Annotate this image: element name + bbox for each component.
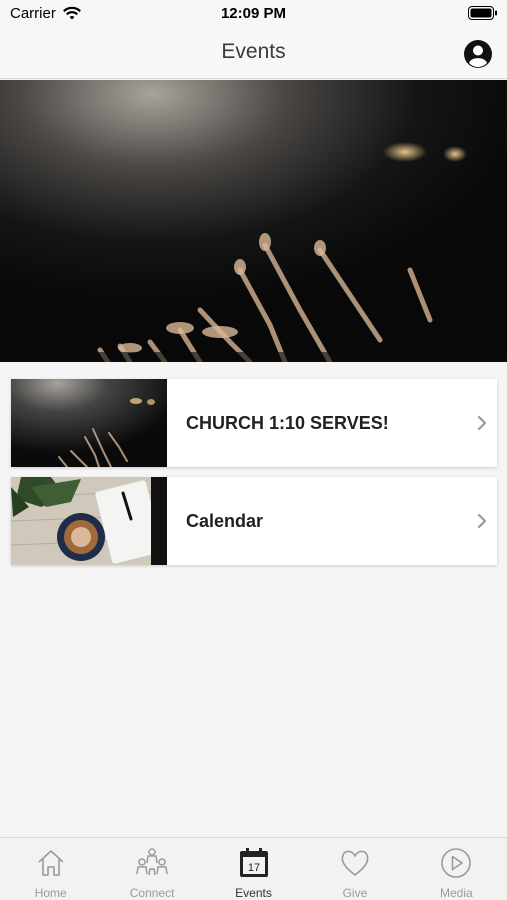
tab-label: Give [342, 886, 368, 900]
tab-media[interactable]: Media [406, 838, 507, 900]
battery-icon [468, 6, 498, 25]
heart-icon [339, 846, 371, 880]
navigation-bar: Events [0, 28, 507, 79]
event-item-calendar[interactable]: Calendar [11, 477, 497, 565]
status-bar: Carrier 12:09 PM [0, 0, 507, 28]
people-icon [135, 846, 169, 880]
tab-home[interactable]: Home [0, 838, 101, 900]
page-title: Events [221, 40, 286, 63]
events-screen: Carrier 12:09 PM Events CHURCH 1:10 SERV… [0, 0, 507, 900]
tab-events[interactable]: 17 Events [203, 838, 304, 900]
calendar-icon: 17 [238, 846, 270, 880]
play-icon [440, 846, 472, 880]
tab-give[interactable]: Give [304, 838, 405, 900]
calendar-thumbnail [11, 477, 167, 565]
profile-button[interactable] [463, 39, 493, 69]
hero-image [0, 80, 507, 362]
event-thumbnail [11, 379, 167, 467]
tab-label: Home [34, 886, 67, 900]
tab-bar: Home Connect 17 Events Give Media [0, 837, 507, 900]
event-title: Calendar [186, 510, 264, 531]
event-title: CHURCH 1:10 SERVES! [186, 412, 389, 433]
chevron-right-icon [467, 415, 497, 431]
event-item-church-serves[interactable]: CHURCH 1:10 SERVES! [11, 379, 497, 467]
event-list: CHURCH 1:10 SERVES! Calendar [11, 379, 497, 575]
tab-label: Media [439, 886, 473, 900]
chevron-right-icon [467, 513, 497, 529]
tab-label: Events [235, 886, 272, 900]
tab-label: Connect [129, 886, 175, 900]
calendar-day-label: 17 [247, 862, 259, 874]
profile-icon [464, 40, 492, 68]
home-icon [35, 846, 67, 880]
tab-connect[interactable]: Connect [101, 838, 202, 900]
status-time: 12:09 PM [220, 5, 287, 22]
